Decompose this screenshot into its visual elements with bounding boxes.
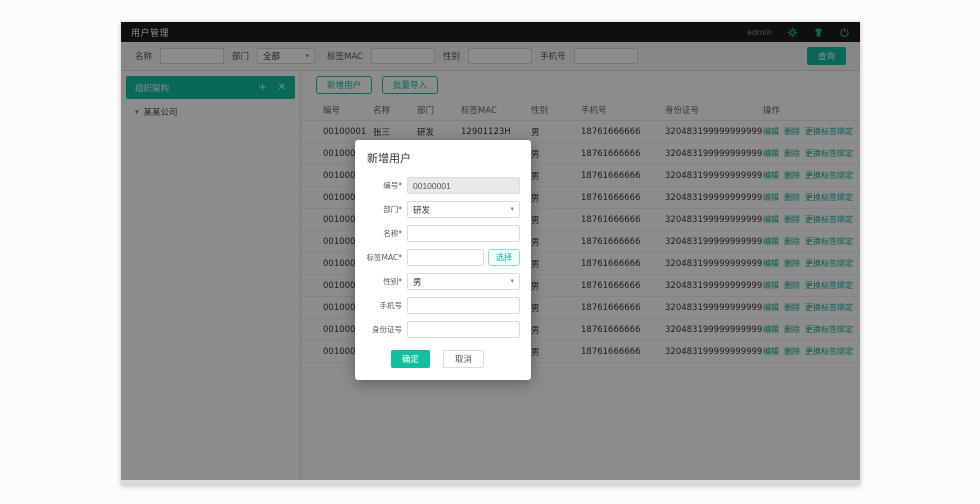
modal-field-mac: 标签MAC* 选择 (361, 249, 520, 266)
chevron-down-icon: ▾ (510, 206, 514, 213)
chevron-down-icon: ▾ (510, 278, 514, 285)
modal-field-gender: 性别* 男 ▾ (361, 273, 520, 290)
modal-field-idcard: 身份证号 (361, 321, 520, 338)
choose-mac-button[interactable]: 选择 (488, 249, 520, 266)
modal-mac-input[interactable] (407, 249, 484, 266)
window-footer-strip (121, 480, 860, 485)
modal-name-input[interactable] (407, 225, 520, 242)
modal-field-dept: 部门* 研发 ▾ (361, 201, 520, 218)
modal-no-label: 编号* (361, 180, 407, 191)
modal-idcard-input[interactable] (407, 321, 520, 338)
modal-dept-select[interactable]: 研发 ▾ (407, 201, 520, 218)
modal-buttons: 确定 取消 (355, 350, 520, 368)
modal-name-label: 名称* (361, 228, 407, 239)
modal-dept-label: 部门* (361, 204, 407, 215)
modal-title: 新增用户 (367, 150, 520, 166)
add-user-modal: 新增用户 编号* 部门* 研发 ▾ 名称* 标签MAC* 选择 (355, 140, 531, 380)
modal-phone-label: 手机号 (361, 300, 407, 311)
modal-field-name: 名称* (361, 225, 520, 242)
modal-dept-value: 研发 (413, 204, 430, 216)
app-window: 用户管理 admin (121, 22, 860, 485)
confirm-button[interactable]: 确定 (391, 350, 430, 368)
modal-field-phone: 手机号 (361, 297, 520, 314)
modal-phone-input[interactable] (407, 297, 520, 314)
cancel-button[interactable]: 取消 (443, 350, 484, 368)
screenshot-canvas: 用户管理 admin (0, 0, 980, 504)
modal-gender-value: 男 (413, 276, 422, 288)
modal-idcard-label: 身份证号 (361, 324, 407, 335)
modal-gender-select[interactable]: 男 ▾ (407, 273, 520, 290)
modal-mac-label: 标签MAC* (361, 252, 407, 263)
modal-gender-label: 性别* (361, 276, 407, 287)
modal-field-no: 编号* (361, 177, 520, 194)
modal-no-input (407, 177, 520, 194)
